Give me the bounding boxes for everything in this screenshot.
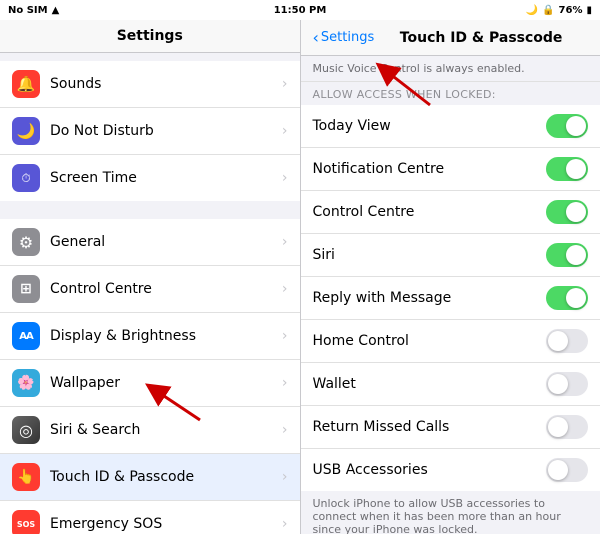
donotdisturb-icon: 🌙 — [12, 117, 40, 145]
control-centre-label: Control Centre — [313, 204, 547, 220]
today-view-label: Today View — [313, 118, 547, 134]
general-chevron: › — [282, 234, 288, 250]
sirisearch-label: Siri & Search — [50, 422, 282, 438]
general-label: General — [50, 234, 282, 250]
displaybrightness-label: Display & Brightness — [50, 328, 282, 344]
control-centre-item[interactable]: Control Centre — [301, 191, 600, 234]
status-bar-left: No SIM ▲ — [8, 5, 59, 16]
music-voice-text: Music Voice Control is always enabled. — [313, 62, 525, 75]
settings-item-controlcentre[interactable]: ⊞ Control Centre › — [0, 266, 300, 313]
battery-icon: ▮ — [586, 5, 592, 16]
settings-panel: Settings 🔔 Sounds › 🌙 Do Not Disturb › ⏱… — [0, 20, 301, 534]
sounds-icon: 🔔 — [12, 70, 40, 98]
usb-note-text: Unlock iPhone to allow USB accessories t… — [313, 497, 561, 534]
settings-section-2: ⚙ General › ⊞ Control Centre › AA Displa… — [0, 219, 300, 534]
wallet-item[interactable]: Wallet — [301, 363, 600, 406]
settings-item-touchid[interactable]: 👆 Touch ID & Passcode › — [0, 454, 300, 501]
usb-accessories-label: USB Accessories — [313, 462, 547, 478]
settings-item-screentime[interactable]: ⏱ Screen Time › — [0, 155, 300, 201]
touchid-chevron: › — [282, 469, 288, 485]
settings-item-donotdisturb[interactable]: 🌙 Do Not Disturb › — [0, 108, 300, 155]
settings-item-wallpaper[interactable]: 🌸 Wallpaper › — [0, 360, 300, 407]
back-label: Settings — [321, 30, 374, 45]
usb-note: Unlock iPhone to allow USB accessories t… — [301, 491, 600, 534]
displaybrightness-chevron: › — [282, 328, 288, 344]
donotdisturb-chevron: › — [282, 123, 288, 139]
wallet-toggle[interactable] — [546, 372, 588, 396]
status-bar: No SIM ▲ 11:50 PM 🌙 🔒 76% ▮ — [0, 0, 600, 20]
emergencysos-chevron: › — [282, 516, 288, 532]
controlcentre-icon: ⊞ — [12, 275, 40, 303]
no-sim-label: No SIM — [8, 5, 48, 16]
touchid-label: Touch ID & Passcode — [50, 469, 282, 485]
reply-message-label: Reply with Message — [313, 290, 547, 306]
sirisearch-chevron: › — [282, 422, 288, 438]
wifi-icon: ▲ — [52, 5, 60, 16]
settings-item-sirisearch[interactable]: ◎ Siri & Search › — [0, 407, 300, 454]
notification-centre-label: Notification Centre — [313, 161, 547, 177]
today-view-toggle[interactable] — [546, 114, 588, 138]
control-centre-toggle[interactable] — [546, 200, 588, 224]
return-missed-calls-label: Return Missed Calls — [313, 419, 547, 435]
siri-toggle[interactable] — [546, 243, 588, 267]
home-control-label: Home Control — [313, 333, 547, 349]
controlcentre-label: Control Centre — [50, 281, 282, 297]
back-button[interactable]: ‹ Settings — [313, 28, 375, 47]
siri-item[interactable]: Siri — [301, 234, 600, 277]
status-bar-time: 11:50 PM — [274, 5, 327, 16]
displaybrightness-icon: AA — [12, 322, 40, 350]
sounds-chevron: › — [282, 76, 288, 92]
siri-label: Siri — [313, 247, 547, 263]
reply-message-toggle[interactable] — [546, 286, 588, 310]
touchid-title: Touch ID & Passcode — [374, 30, 588, 46]
return-missed-calls-item[interactable]: Return Missed Calls — [301, 406, 600, 449]
screentime-icon: ⏱ — [12, 164, 40, 192]
donotdisturb-label: Do Not Disturb — [50, 123, 282, 139]
notification-centre-toggle[interactable] — [546, 157, 588, 181]
notification-centre-item[interactable]: Notification Centre — [301, 148, 600, 191]
screentime-chevron: › — [282, 170, 288, 186]
emergencysos-label: Emergency SOS — [50, 516, 282, 532]
wallpaper-chevron: › — [282, 375, 288, 391]
status-bar-right: 🌙 🔒 76% ▮ — [526, 5, 592, 16]
right-nav-header: ‹ Settings Touch ID & Passcode — [301, 20, 600, 56]
moon-icon: 🌙 — [526, 5, 538, 16]
lock-icon: 🔒 — [542, 5, 554, 16]
emergencysos-icon: SOS — [12, 510, 40, 534]
general-icon: ⚙ — [12, 228, 40, 256]
settings-list: 🔔 Sounds › 🌙 Do Not Disturb › ⏱ Screen T… — [0, 53, 300, 534]
back-chevron-icon: ‹ — [313, 28, 319, 47]
sirisearch-icon: ◎ — [12, 416, 40, 444]
touchid-icon: 👆 — [12, 463, 40, 491]
wallpaper-icon: 🌸 — [12, 369, 40, 397]
sounds-label: Sounds — [50, 76, 282, 92]
music-voice-note: Music Voice Control is always enabled. — [301, 56, 600, 82]
settings-item-displaybrightness[interactable]: AA Display & Brightness › — [0, 313, 300, 360]
access-locked-section: Today View Notification Centre Control C… — [301, 105, 600, 491]
today-view-item[interactable]: Today View — [301, 105, 600, 148]
screentime-label: Screen Time — [50, 170, 282, 186]
home-control-toggle[interactable] — [546, 329, 588, 353]
allow-access-header: ALLOW ACCESS WHEN LOCKED: — [301, 82, 600, 105]
usb-accessories-item[interactable]: USB Accessories — [301, 449, 600, 491]
settings-title: Settings — [12, 28, 288, 44]
return-missed-calls-toggle[interactable] — [546, 415, 588, 439]
touchid-panel: ‹ Settings Touch ID & Passcode Music Voi… — [301, 20, 600, 534]
settings-item-sounds[interactable]: 🔔 Sounds › — [0, 61, 300, 108]
home-control-item[interactable]: Home Control — [301, 320, 600, 363]
reply-message-item[interactable]: Reply with Message — [301, 277, 600, 320]
wallpaper-label: Wallpaper — [50, 375, 282, 391]
settings-item-emergencysos[interactable]: SOS Emergency SOS › — [0, 501, 300, 534]
usb-accessories-toggle[interactable] — [546, 458, 588, 482]
battery-level: 76% — [559, 5, 583, 16]
settings-item-general[interactable]: ⚙ General › — [0, 219, 300, 266]
left-nav-header: Settings — [0, 20, 300, 53]
settings-section-1: 🔔 Sounds › 🌙 Do Not Disturb › ⏱ Screen T… — [0, 61, 300, 201]
touchid-list: Music Voice Control is always enabled. A… — [301, 56, 600, 534]
controlcentre-chevron: › — [282, 281, 288, 297]
wallet-label: Wallet — [313, 376, 547, 392]
